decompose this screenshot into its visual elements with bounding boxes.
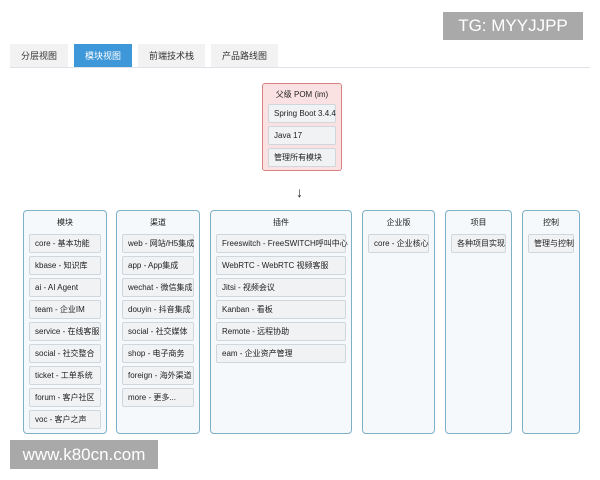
module-item: social - 社交整合 (29, 344, 101, 363)
module-item: kbase - 知识库 (29, 256, 101, 275)
tab-module-view[interactable]: 模块视图 (74, 44, 133, 67)
module-item: voc - 客户之声 (29, 410, 101, 429)
module-item: wechat - 微信集成 (122, 278, 194, 297)
pom-item: 管理所有模块 (268, 148, 336, 167)
down-arrow-icon: ↓ (296, 184, 303, 200)
module-item: 各种项目实现 (451, 234, 506, 253)
column-title: 项目 (470, 218, 487, 227)
module-item: foreign - 海外渠道 (122, 366, 194, 385)
module-item: Jitsi - 视频会议 (216, 278, 346, 297)
column-projects: 项目 各种项目实现 (445, 210, 512, 434)
module-item: app - App集成 (122, 256, 194, 275)
module-item: eam - 企业资产管理 (216, 344, 346, 363)
module-item: core - 基本功能 (29, 234, 101, 253)
module-item: core - 企业核心 (368, 234, 429, 253)
view-tabs: 分层视图 模块视图 前端技术栈 产品路线图 (10, 44, 590, 68)
tab-frontend-stack[interactable]: 前端技术栈 (138, 44, 206, 67)
column-title: 渠道 (150, 218, 166, 227)
watermark-bottom: www.k80cn.com (10, 440, 158, 469)
module-item: service - 在线客服 (29, 322, 101, 341)
column-title: 模块 (57, 218, 73, 227)
module-item: Freeswitch - FreeSWITCH呼叫中心 (216, 234, 348, 253)
module-item: shop - 电子商务 (122, 344, 194, 363)
column-title: 控制 (543, 218, 559, 227)
tab-layer-view[interactable]: 分层视图 (10, 44, 69, 67)
pom-item: Spring Boot 3.4.4 (268, 104, 336, 123)
column-control: 控制 管理与控制 (522, 210, 580, 434)
column-modules: 模块 core - 基本功能 kbase - 知识库 ai - AI Agent tea… (23, 210, 107, 434)
module-item: web - 网站/H5集成 (122, 234, 194, 253)
column-title: 插件 (273, 218, 289, 227)
watermark-top: TG: MYYJJPP (443, 12, 583, 40)
module-item: social - 社交媒体 (122, 322, 194, 341)
module-item: more - 更多... (122, 388, 194, 407)
tab-product-roadmap[interactable]: 产品路线图 (211, 44, 279, 67)
module-item: ticket - 工单系统 (29, 366, 101, 385)
module-item: ai - AI Agent (29, 278, 101, 297)
module-item: team - 企业IM (29, 300, 101, 319)
module-item: 管理与控制 (528, 234, 574, 253)
column-plugins: 插件 Freeswitch - FreeSWITCH呼叫中心 WebRTC - We… (210, 210, 352, 434)
pom-item: Java 17 (268, 126, 336, 145)
column-enterprise: 企业版 core - 企业核心 (362, 210, 435, 434)
module-item: Kanban - 看板 (216, 300, 346, 319)
module-item: Remote - 远程协助 (216, 322, 346, 341)
column-title: 企业版 (386, 218, 411, 227)
module-item: douyin - 抖音集成 (122, 300, 194, 319)
module-item: WebRTC - WebRTC 视频客服 (216, 256, 346, 275)
module-item: forum - 客户社区 (29, 388, 101, 407)
column-channels: 渠道 web - 网站/H5集成 app - App集成 wechat - 微信集成 d… (116, 210, 200, 434)
pom-title: 父级 POM (im) (275, 90, 329, 99)
parent-pom-box: 父级 POM (im) Spring Boot 3.4.4 Java 17 管理… (262, 83, 342, 171)
